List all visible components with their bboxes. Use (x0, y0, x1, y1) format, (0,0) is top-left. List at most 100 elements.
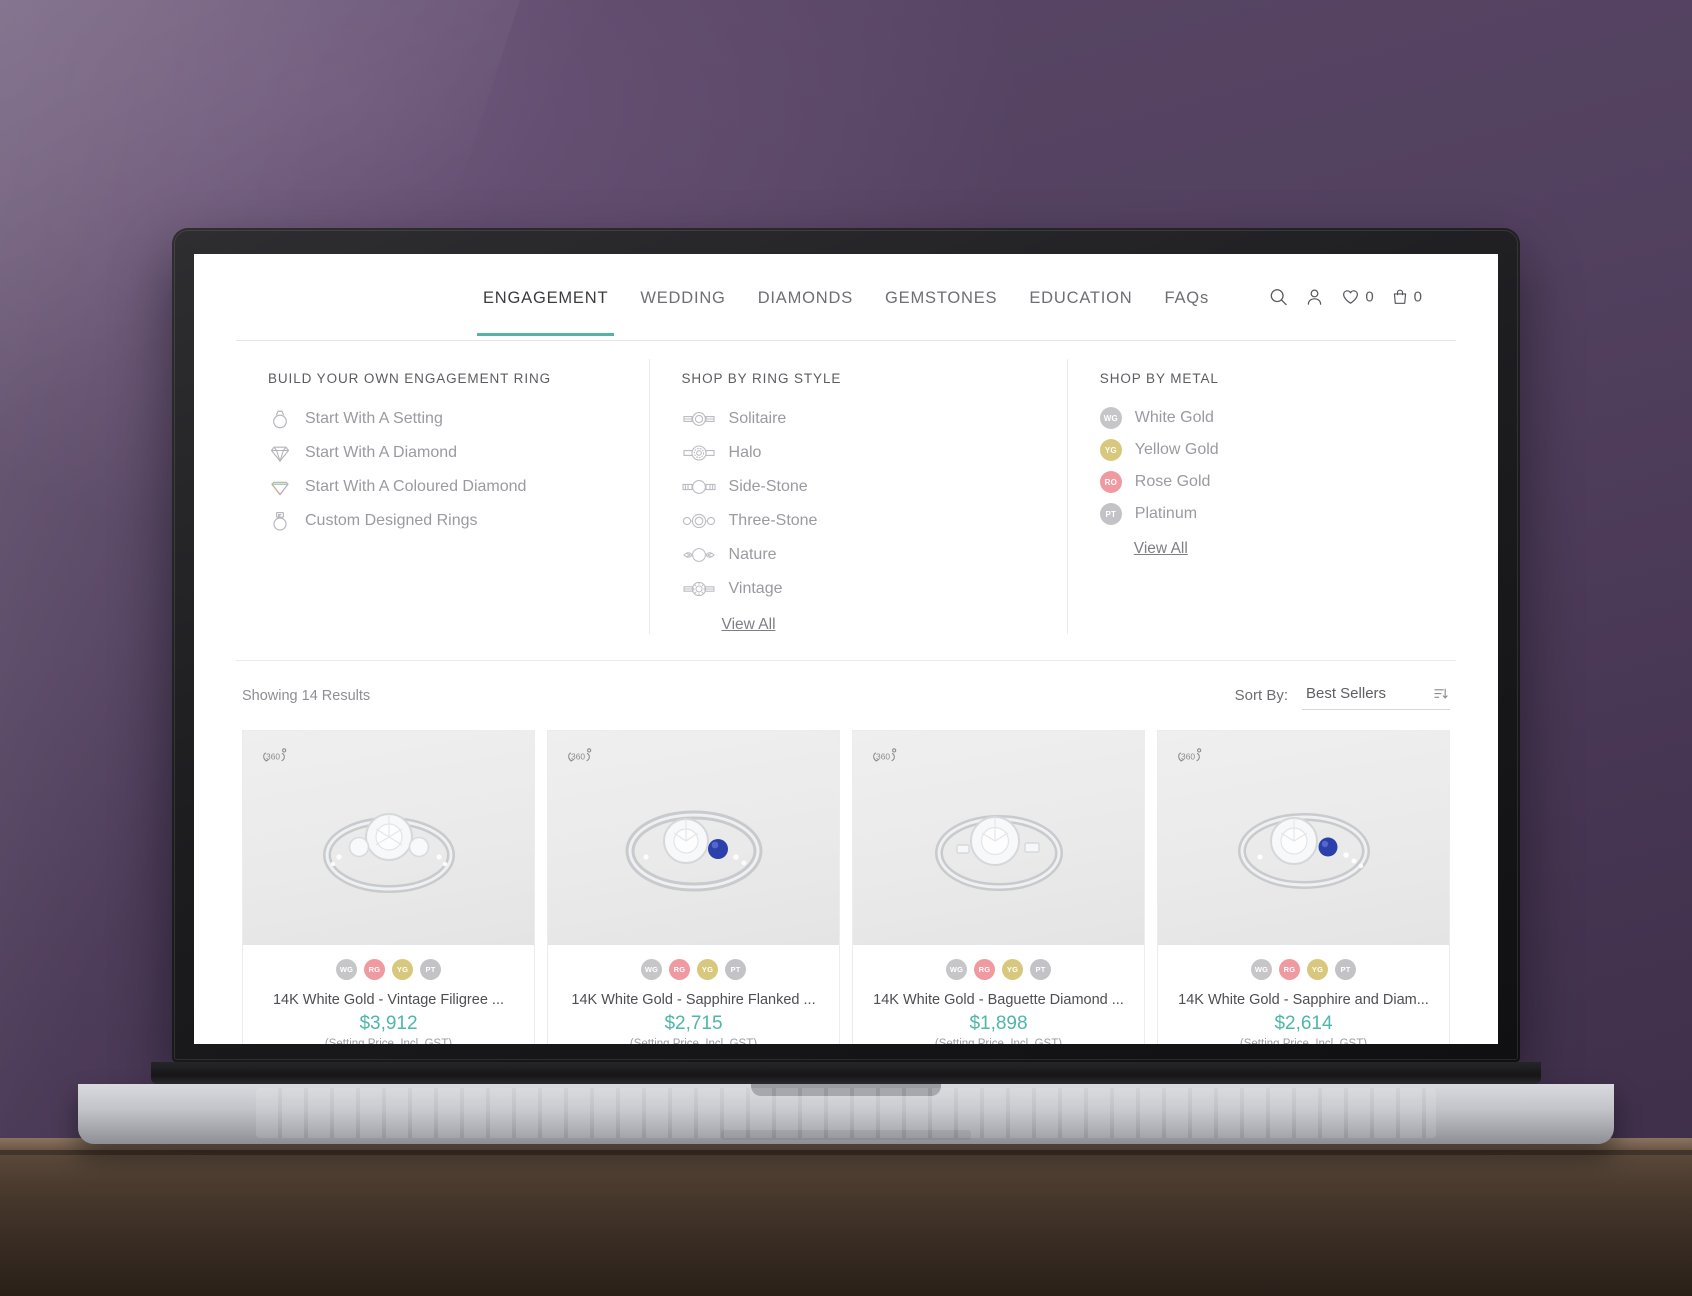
metal-title: SHOP BY METAL (1099, 371, 1219, 386)
product-image[interactable]: 360 (1158, 731, 1449, 945)
sort-dropdown[interactable]: Best Sellers (1302, 681, 1450, 710)
product-name[interactable]: 14K White Gold - Sapphire and Diam... (1168, 992, 1439, 1008)
product-price: $1,898 (969, 1013, 1028, 1034)
product-card[interactable]: 360 (242, 730, 535, 1044)
product-info: WG RG YG PT 14K White Gold - Sapphire Fl… (548, 945, 839, 1044)
360-view-badge[interactable]: 360 (869, 745, 899, 769)
product-price: $2,614 (1274, 1013, 1333, 1034)
laptop-lid: ENGAGEMENT WEDDING DIAMONDS GEMSTONES ED… (172, 228, 1520, 1062)
metal-chip-yg[interactable]: YG (1002, 959, 1023, 980)
product-info: WG RG YG PT 14K White Gold - Vintage Fil… (243, 945, 534, 1044)
product-name[interactable]: 14K White Gold - Baguette Diamond ... (863, 992, 1134, 1008)
360-view-badge[interactable]: 360 (259, 745, 289, 769)
browser-screen: ENGAGEMENT WEDDING DIAMONDS GEMSTONES ED… (194, 254, 1498, 1044)
metal-chip-yg[interactable]: YG (392, 959, 413, 980)
menu-item-yellow-gold[interactable]: YG Yellow Gold (1096, 434, 1418, 466)
nav-item-education[interactable]: EDUCATION (1027, 259, 1134, 336)
results-toolbar: Showing 14 Results Sort By: Best Sellers (236, 661, 1456, 724)
metal-options: WG RG YG PT (253, 959, 524, 980)
menu-item-side-stone[interactable]: Side-Stone (678, 470, 1039, 504)
ring-photo-3 (934, 815, 1063, 891)
menu-item-vintage[interactable]: Vintage (678, 572, 1039, 606)
three-stone-ring-icon (682, 509, 716, 533)
menu-item-start-with-diamond[interactable]: Start With A Diamond (264, 436, 621, 470)
menu-item-label: Start With A Coloured Diamond (305, 478, 527, 495)
product-image[interactable]: 360 (548, 731, 839, 945)
metal-chip-wg[interactable]: WG (336, 959, 357, 980)
cart-button[interactable]: 0 (1391, 288, 1422, 307)
metal-chip-rg[interactable]: RG (669, 959, 690, 980)
nav-label: DIAMONDS (757, 288, 854, 307)
coloured-diamond-icon (268, 475, 292, 499)
nav-label: ENGAGEMENT (482, 288, 609, 307)
vintage-ring-icon (682, 577, 716, 601)
metal-chip-rg[interactable]: RG (1279, 959, 1300, 980)
product-image[interactable]: 360 (853, 731, 1144, 945)
360-view-badge[interactable]: 360 (1174, 745, 1204, 769)
wood-table-surface (0, 1138, 1692, 1296)
metal-chip-yg[interactable]: YG (1307, 959, 1328, 980)
360-view-badge[interactable]: 360 (564, 745, 594, 769)
metal-chip-pt[interactable]: PT (420, 959, 441, 980)
metal-chip-pt[interactable]: PT (1335, 959, 1356, 980)
metal-chip-pt[interactable]: PT (725, 959, 746, 980)
menu-item-label: Yellow Gold (1134, 441, 1219, 458)
menu-item-halo[interactable]: Halo (678, 436, 1039, 470)
product-card[interactable]: 360 (547, 730, 840, 1044)
product-price: $2,715 (664, 1013, 723, 1034)
metal-chip-yg[interactable]: YG (697, 959, 718, 980)
menu-item-start-with-setting[interactable]: Start With A Setting (264, 402, 621, 436)
laptop-mockup: ENGAGEMENT WEDDING DIAMONDS GEMSTONES ED… (0, 228, 1692, 1144)
metal-chip-wg[interactable]: WG (946, 959, 967, 980)
product-name[interactable]: 14K White Gold - Vintage Filigree ... (253, 992, 524, 1008)
metal-options: WG RG YG PT (863, 959, 1134, 980)
ring-style-view-all-link[interactable]: View All (722, 616, 776, 634)
laptop-hinge (151, 1062, 1541, 1084)
metal-view-all-link[interactable]: View All (1134, 540, 1188, 558)
menu-item-three-stone[interactable]: Three-Stone (678, 504, 1039, 538)
product-card[interactable]: 360 (852, 730, 1145, 1044)
product-price-note: (Setting Price, Incl. GST) (1239, 1038, 1368, 1044)
metal-options: WG RG YG PT (1168, 959, 1439, 980)
nav-item-diamonds[interactable]: DIAMONDS (756, 259, 855, 336)
nav-item-gemstones[interactable]: GEMSTONES (883, 259, 999, 336)
nav-item-engagement[interactable]: ENGAGEMENT (476, 259, 615, 336)
product-image[interactable]: 360 (243, 731, 534, 945)
menu-item-start-with-coloured-diamond[interactable]: Start With A Coloured Diamond (264, 470, 621, 504)
diamond-icon (268, 441, 292, 465)
menu-item-label: Three-Stone (728, 512, 818, 529)
metal-chip-rg[interactable]: RG (364, 959, 385, 980)
product-card[interactable]: 360 (1157, 730, 1450, 1044)
nav-item-wedding[interactable]: WEDDING (638, 259, 727, 336)
yellow-gold-badge: YG (1099, 439, 1122, 461)
ring-icon (268, 407, 292, 431)
menu-item-label: White Gold (1134, 409, 1214, 426)
heart-icon (1341, 288, 1360, 307)
menu-item-rose-gold[interactable]: RO Rose Gold (1096, 466, 1418, 498)
account-button[interactable] (1305, 288, 1324, 307)
menu-item-platinum[interactable]: PT Platinum (1096, 498, 1418, 530)
laptop-trackpad (721, 1130, 971, 1140)
metal-options: WG RG YG PT (558, 959, 829, 980)
menu-item-label: Platinum (1134, 505, 1198, 522)
product-price-note: (Setting Price, Incl. GST) (324, 1038, 453, 1044)
wishlist-button[interactable]: 0 (1341, 288, 1374, 307)
menu-item-solitaire[interactable]: Solitaire (678, 402, 1039, 436)
search-button[interactable] (1269, 288, 1288, 307)
product-info: WG RG YG PT 14K White Gold - Baguette Di… (853, 945, 1144, 1044)
metal-chip-rg[interactable]: RG (974, 959, 995, 980)
menu-item-white-gold[interactable]: WG White Gold (1096, 402, 1418, 434)
menu-item-label: Rose Gold (1134, 473, 1211, 490)
menu-item-label: Custom Designed Rings (305, 512, 478, 529)
metal-chip-wg[interactable]: WG (1251, 959, 1272, 980)
results-count: Showing 14 Results (242, 687, 371, 704)
nav-item-faqs[interactable]: FAQs (1163, 259, 1211, 336)
build-own-ring-title: BUILD YOUR OWN ENGAGEMENT RING (268, 371, 552, 386)
metal-chip-pt[interactable]: PT (1030, 959, 1051, 980)
menu-item-nature[interactable]: Nature (678, 538, 1039, 572)
product-name[interactable]: 14K White Gold - Sapphire Flanked ... (558, 992, 829, 1008)
user-icon (1305, 288, 1324, 307)
menu-item-label: Side-Stone (728, 478, 808, 495)
metal-chip-wg[interactable]: WG (641, 959, 662, 980)
menu-item-custom-designed-rings[interactable]: Custom Designed Rings (264, 504, 621, 538)
